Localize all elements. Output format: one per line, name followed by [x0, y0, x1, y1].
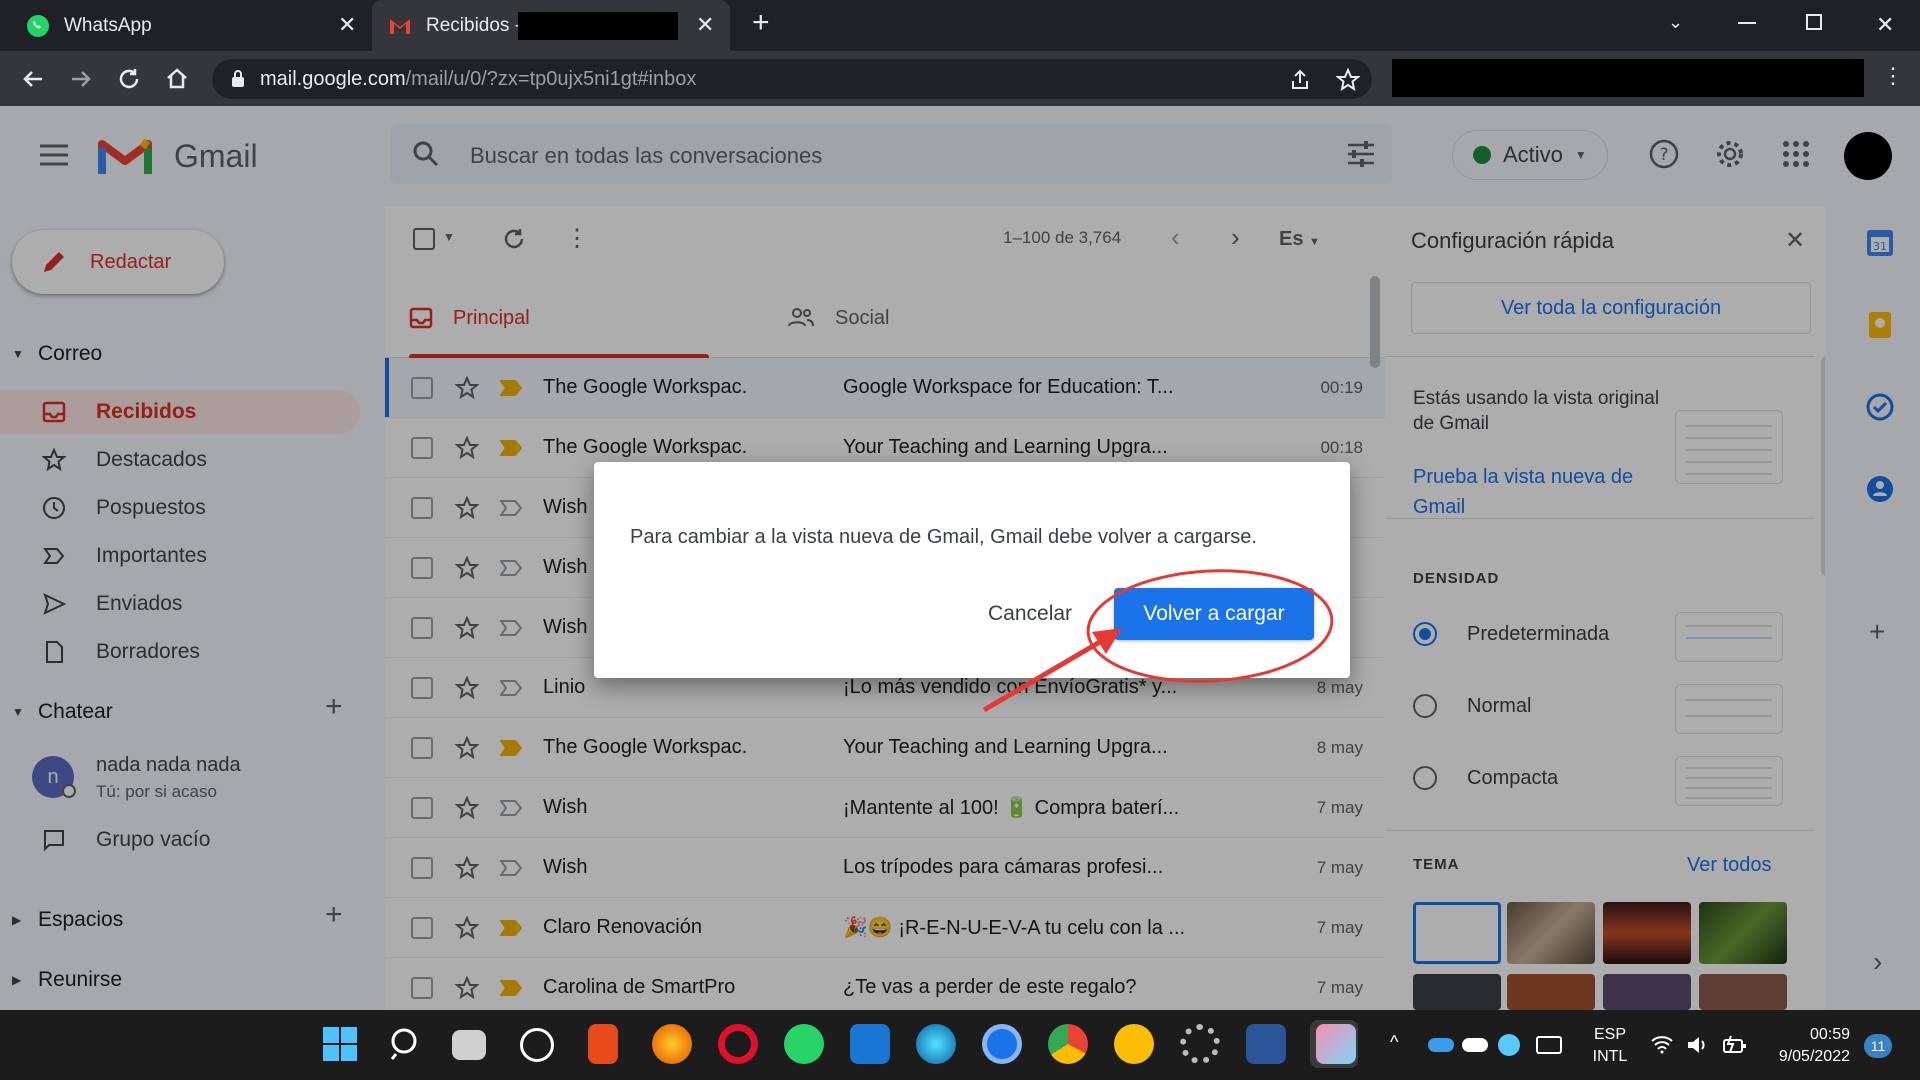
task-view-icon[interactable] — [452, 1030, 486, 1060]
word-icon[interactable] — [1246, 1024, 1286, 1064]
search-icon[interactable] — [388, 1026, 424, 1062]
chrome-icon[interactable] — [1048, 1024, 1088, 1064]
mail-icon[interactable] — [850, 1024, 890, 1064]
office-icon[interactable] — [588, 1024, 618, 1064]
tray-overflow-icon[interactable]: ^ — [1390, 1032, 1398, 1053]
speed-gauge-icon[interactable] — [520, 1028, 554, 1062]
dialog-message: Para cambiar a la vista nueva de Gmail, … — [630, 526, 1257, 548]
url-text: mail.google.com/mail/u/0/?zx=tp0ujx5ni1g… — [260, 68, 696, 91]
url-host: mail.google.com — [260, 68, 406, 90]
windows-taskbar: ^ ESP INTL 00:59 9/05/2022 11 — [0, 1010, 1920, 1080]
paint-icon[interactable] — [1316, 1024, 1356, 1064]
keyboard-icon[interactable] — [1536, 1036, 1562, 1054]
system-clock[interactable]: 00:59 9/05/2022 — [1770, 1024, 1850, 1068]
url-path: /mail/u/0/?zx=tp0ujx5ni1gt#inbox — [405, 68, 697, 90]
input-language-indicator[interactable]: ESP INTL — [1590, 1024, 1630, 1068]
home-icon[interactable] — [162, 64, 192, 94]
chromium-icon[interactable] — [982, 1024, 1022, 1064]
tab-whatsapp[interactable]: WhatsApp ✕ — [0, 0, 370, 51]
opera-icon[interactable] — [718, 1024, 758, 1064]
whatsapp-icon — [27, 14, 49, 37]
reload-icon[interactable] — [114, 64, 144, 94]
tray-app-icon[interactable] — [1498, 1034, 1520, 1056]
browser-tab-bar: WhatsApp ✕ Recibidos - ✕ + ⌄ ✕ — [0, 0, 1920, 51]
notification-badge[interactable]: 11 — [1864, 1034, 1892, 1058]
close-tab-icon[interactable]: ✕ — [696, 12, 714, 38]
chrome-canary-icon[interactable] — [1114, 1024, 1154, 1064]
cloud-icon[interactable] — [1462, 1038, 1488, 1052]
back-icon[interactable] — [18, 64, 48, 94]
start-menu-icon[interactable] — [322, 1026, 358, 1062]
restore-icon[interactable] — [1806, 14, 1822, 30]
tab-gmail[interactable]: Recibidos - ✕ — [372, 0, 730, 51]
close-tab-icon[interactable]: ✕ — [338, 12, 356, 38]
close-window-icon[interactable]: ✕ — [1876, 12, 1894, 38]
new-tab-icon[interactable]: + — [752, 6, 770, 40]
battery-icon[interactable] — [1722, 1034, 1748, 1056]
edge-icon[interactable] — [916, 1024, 956, 1064]
language-code: ESP — [1593, 1026, 1626, 1043]
browser-menu-icon[interactable]: ⋮ — [1882, 63, 1904, 89]
firefox-icon[interactable] — [652, 1024, 692, 1064]
onedrive-icon[interactable] — [1428, 1038, 1454, 1052]
browser-toolbar: mail.google.com/mail/u/0/?zx=tp0ujx5ni1g… — [0, 51, 1920, 106]
share-icon[interactable] — [1288, 68, 1312, 92]
annotation-ellipse — [1086, 569, 1334, 683]
tab-title: Recibidos - — [426, 14, 522, 36]
volume-icon[interactable] — [1686, 1034, 1710, 1056]
redacted-block — [518, 12, 678, 40]
annotation-arrow — [982, 633, 1112, 713]
annotation-overlay — [982, 569, 1334, 713]
clock-date: 9/05/2022 — [1778, 1048, 1850, 1065]
minimize-icon[interactable] — [1738, 22, 1756, 24]
redacted-block — [1392, 59, 1864, 97]
lock-icon — [232, 70, 244, 87]
tab-title: WhatsApp — [64, 14, 152, 36]
wifi-icon[interactable] — [1650, 1034, 1674, 1054]
whatsapp-icon[interactable] — [784, 1024, 824, 1064]
clock-time: 00:59 — [1809, 1026, 1850, 1043]
keyboard-layout: INTL — [1592, 1048, 1628, 1065]
tab-search-icon[interactable]: ⌄ — [1668, 12, 1683, 33]
address-bar[interactable]: mail.google.com/mail/u/0/?zx=tp0ujx5ni1g… — [212, 59, 1372, 99]
bookmark-star-icon[interactable] — [1336, 68, 1360, 92]
gmail-favicon-icon — [390, 18, 410, 34]
settings-gear-icon[interactable] — [1180, 1024, 1220, 1064]
forward-icon[interactable] — [66, 64, 96, 94]
